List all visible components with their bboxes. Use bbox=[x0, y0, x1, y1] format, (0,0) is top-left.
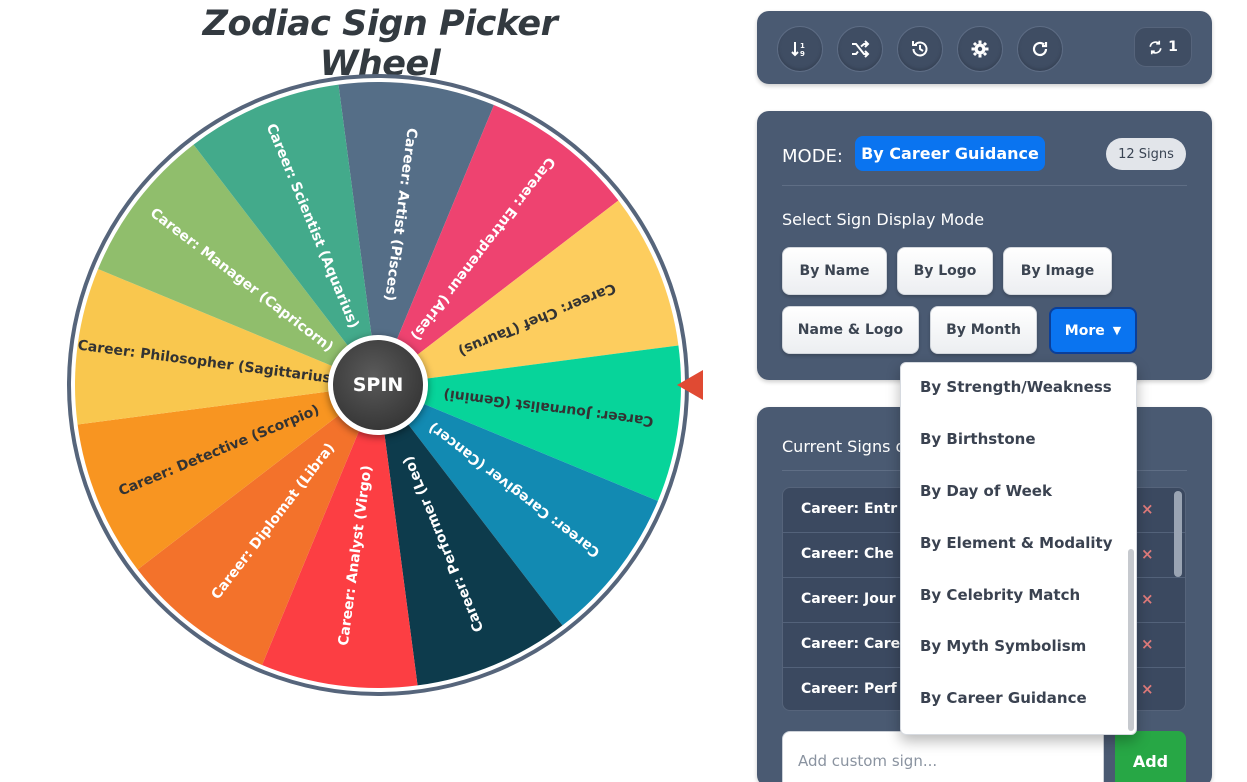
shuffle-icon bbox=[852, 40, 870, 58]
more-dropdown[interactable]: By Strength/Weakness By Birthstone By Da… bbox=[900, 362, 1137, 735]
dropdown-scrollbar[interactable] bbox=[1128, 549, 1134, 731]
gear-icon bbox=[971, 40, 989, 58]
mode-button-by-name[interactable]: By Name bbox=[782, 247, 887, 295]
spin-button[interactable]: SPIN bbox=[328, 335, 428, 435]
add-button[interactable]: Add bbox=[1115, 731, 1186, 782]
mode-button-name-logo[interactable]: Name & Logo bbox=[782, 306, 919, 354]
mode-divider bbox=[782, 185, 1187, 186]
svg-text:1: 1 bbox=[800, 42, 805, 50]
spin-count-badge[interactable]: 1 bbox=[1134, 27, 1192, 67]
svg-text:9: 9 bbox=[800, 50, 805, 58]
dropdown-item-birthstone[interactable]: By Birthstone bbox=[920, 430, 1036, 448]
sort-button[interactable]: 19 bbox=[777, 26, 823, 72]
mode-button-by-image[interactable]: By Image bbox=[1003, 247, 1112, 295]
signs-count-badge: 12 Signs bbox=[1106, 138, 1186, 170]
list-item-label: Career: Care bbox=[801, 636, 901, 652]
current-mode-chip: By Career Guidance bbox=[855, 136, 1045, 171]
shuffle-button[interactable] bbox=[837, 26, 883, 72]
delete-icon[interactable]: × bbox=[1141, 500, 1154, 518]
reset-button[interactable] bbox=[1017, 26, 1063, 72]
toolbar: 19 1 bbox=[757, 11, 1212, 84]
page-title: Zodiac Sign Picker Wheel bbox=[202, 4, 558, 84]
signs-list-title: Current Signs o bbox=[782, 437, 906, 456]
list-item-label: Career: Che bbox=[801, 546, 894, 562]
mode-button-by-logo[interactable]: By Logo bbox=[897, 247, 993, 295]
history-button[interactable] bbox=[897, 26, 943, 72]
page: Zodiac Sign Picker Wheel Career: Artist … bbox=[0, 0, 1247, 782]
more-label: More bbox=[1064, 322, 1105, 339]
delete-icon[interactable]: × bbox=[1141, 545, 1154, 563]
delete-icon[interactable]: × bbox=[1141, 680, 1154, 698]
dropdown-item-element-modality[interactable]: By Element & Modality bbox=[920, 534, 1113, 552]
mode-label: MODE: bbox=[782, 146, 843, 167]
more-button[interactable]: More ▼ bbox=[1049, 307, 1137, 354]
dropdown-item-celebrity-match[interactable]: By Celebrity Match bbox=[920, 586, 1080, 604]
dropdown-item-career-guidance[interactable]: By Career Guidance bbox=[920, 689, 1087, 707]
dropdown-item-day-of-week[interactable]: By Day of Week bbox=[920, 482, 1052, 500]
refresh-icon bbox=[1032, 41, 1048, 57]
mode-button-by-month[interactable]: By Month bbox=[930, 306, 1037, 354]
wheel-pointer bbox=[677, 370, 703, 400]
caret-down-icon: ▼ bbox=[1112, 324, 1122, 337]
dropdown-item-strength-weakness[interactable]: By Strength/Weakness bbox=[920, 378, 1112, 396]
list-scrollbar[interactable] bbox=[1174, 491, 1182, 577]
settings-button[interactable] bbox=[957, 26, 1003, 72]
history-icon bbox=[912, 41, 928, 57]
sync-icon bbox=[1149, 40, 1162, 54]
custom-sign-input[interactable]: Add custom sign... bbox=[782, 731, 1104, 782]
mode-panel: MODE: By Career Guidance 12 Signs Select… bbox=[757, 111, 1212, 380]
list-item-label: Career: Perf bbox=[801, 681, 897, 697]
list-item-label: Career: Entr bbox=[801, 501, 898, 517]
delete-icon[interactable]: × bbox=[1141, 635, 1154, 653]
sort-icon: 19 bbox=[791, 42, 805, 58]
dropdown-item-myth-symbolism[interactable]: By Myth Symbolism bbox=[920, 637, 1086, 655]
display-mode-label: Select Sign Display Mode bbox=[782, 210, 985, 229]
list-item-label: Career: Jour bbox=[801, 591, 896, 607]
delete-icon[interactable]: × bbox=[1141, 590, 1154, 608]
spin-count: 1 bbox=[1168, 39, 1178, 55]
